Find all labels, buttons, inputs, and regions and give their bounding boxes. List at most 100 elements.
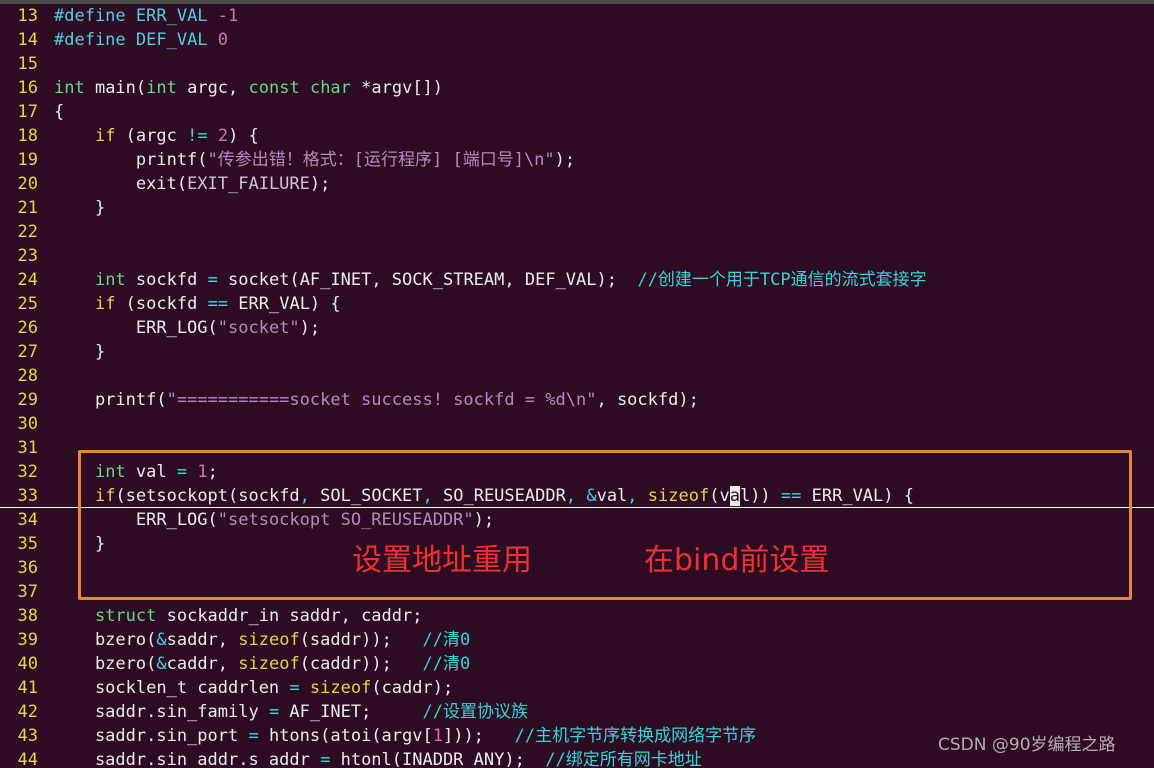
code-token: != bbox=[187, 126, 208, 146]
code-line[interactable]: 29 printf("===========socket success! so… bbox=[0, 388, 1154, 412]
code-line[interactable]: 27 } bbox=[0, 340, 1154, 364]
code-token: char bbox=[309, 78, 351, 98]
code-view[interactable]: 13 #define ERR_VAL -1 14 #define DEF_VAL … bbox=[0, 4, 1154, 768]
line-number: 40 bbox=[17, 654, 38, 674]
code-line[interactable]: 16 int main(int argc, const char *argv[]… bbox=[0, 76, 1154, 100]
code-line[interactable]: 32 int val = 1; bbox=[0, 460, 1154, 484]
code-line[interactable]: 20 exit(EXIT_FAILURE); bbox=[0, 172, 1154, 196]
code-token: 0 bbox=[217, 30, 229, 50]
line-number: 14 bbox=[17, 30, 38, 50]
code-token: ) { bbox=[228, 126, 259, 146]
code-line[interactable]: 26 ERR_LOG("socket"); bbox=[0, 316, 1154, 340]
line-number: 32 bbox=[17, 462, 38, 482]
code-line[interactable]: 24 int sockfd = socket(AF_INET, SOCK_STR… bbox=[0, 268, 1154, 292]
code-line[interactable]: 42 saddr.sin_family = AF_INET; //设置协议族 bbox=[0, 700, 1154, 724]
code-line[interactable]: 33 if(setsockopt(sockfd, SOL_SOCKET, SO_… bbox=[0, 484, 1154, 508]
code-line[interactable]: 17 { bbox=[0, 100, 1154, 124]
code-line[interactable]: 15 bbox=[0, 52, 1154, 76]
gutter-gap bbox=[38, 628, 54, 652]
code-line[interactable]: 28 bbox=[0, 364, 1154, 388]
code-token: *argv[]) bbox=[350, 78, 444, 98]
code-token: ])); bbox=[442, 726, 484, 746]
line-number: 25 bbox=[17, 294, 38, 314]
code-token: saddr.sin_port bbox=[54, 726, 249, 746]
code-line[interactable]: 39 bzero(&saddr, sizeof(saddr)); //清0 bbox=[0, 628, 1154, 652]
code-token: sizeof bbox=[309, 678, 372, 698]
code-token: exit( bbox=[54, 174, 188, 194]
code-line[interactable]: 34 ERR_LOG("setsockopt SO_REUSEADDR"); bbox=[0, 508, 1154, 532]
gutter-gap bbox=[38, 604, 54, 628]
code-token: #define bbox=[54, 30, 136, 50]
line-number: 42 bbox=[17, 702, 38, 722]
gutter-gap bbox=[38, 532, 54, 556]
code-line[interactable]: 18 if (argc != 2) { bbox=[0, 124, 1154, 148]
code-token: SOL_SOCKET bbox=[309, 486, 423, 506]
gutter-gap bbox=[38, 124, 54, 148]
gutter-gap bbox=[38, 724, 54, 748]
line-number: 26 bbox=[17, 318, 38, 338]
code-token: if bbox=[94, 486, 116, 506]
code-line[interactable]: 21 } bbox=[0, 196, 1154, 220]
code-token: ); bbox=[473, 510, 495, 530]
code-token: sockfd bbox=[125, 270, 208, 290]
line-number: 20 bbox=[17, 174, 38, 194]
code-line[interactable]: 14 #define DEF_VAL 0 bbox=[0, 28, 1154, 52]
code-line[interactable]: 31 bbox=[0, 436, 1154, 460]
code-line[interactable]: 35 } bbox=[0, 532, 1154, 556]
code-token: l)) bbox=[739, 486, 781, 506]
gutter-gap bbox=[38, 436, 54, 460]
line-number: 28 bbox=[17, 366, 38, 386]
code-line[interactable]: 30 bbox=[0, 412, 1154, 436]
code-token: //创建一个用于TCP通信的流式套接字 bbox=[616, 270, 927, 290]
code-token: & bbox=[156, 654, 167, 674]
code-token: (caddr); bbox=[371, 678, 454, 698]
code-token: socklen_t caddrlen bbox=[54, 678, 290, 698]
code-token: } bbox=[54, 534, 106, 554]
code-line[interactable]: 38 struct sockaddr_in saddr, caddr; bbox=[0, 604, 1154, 628]
code-token: sockaddr_in saddr, caddr; bbox=[156, 606, 423, 626]
gutter-gap bbox=[38, 76, 54, 100]
code-token: sizeof bbox=[238, 630, 300, 650]
code-token: & bbox=[156, 630, 167, 650]
csdn-watermark: CSDN @90岁编程之路 bbox=[938, 735, 1116, 755]
code-token: , sockfd); bbox=[596, 390, 699, 410]
code-line[interactable]: 37 bbox=[0, 580, 1154, 604]
code-token: //设置协议族 bbox=[371, 702, 528, 722]
code-line[interactable]: 22 bbox=[0, 220, 1154, 244]
code-line[interactable]: 36 bbox=[0, 556, 1154, 580]
line-number: 19 bbox=[17, 150, 38, 170]
gutter-gap bbox=[38, 172, 54, 196]
code-token: ERR_VAL) { bbox=[228, 294, 341, 314]
text-cursor: a bbox=[729, 486, 740, 506]
code-token: //绑定所有网卡地址 bbox=[524, 750, 702, 768]
line-number: 36 bbox=[17, 558, 38, 578]
code-token: #define bbox=[54, 6, 136, 26]
code-line[interactable]: 25 if (sockfd == ERR_VAL) { bbox=[0, 292, 1154, 316]
code-line[interactable]: 19 printf("传参出错！格式：[运行程序] [端口号]\n"); bbox=[0, 148, 1154, 172]
code-token: ; bbox=[207, 462, 218, 482]
code-line[interactable]: 40 bzero(&caddr, sizeof(caddr)); //清0 bbox=[0, 652, 1154, 676]
line-number: 30 bbox=[17, 414, 38, 434]
code-token: int bbox=[94, 462, 126, 482]
gutter-gap bbox=[38, 460, 54, 484]
code-token: val bbox=[596, 486, 628, 506]
code-token: (v bbox=[709, 486, 730, 506]
code-token: const bbox=[248, 78, 300, 98]
code-token: int bbox=[146, 78, 177, 98]
code-token: ); bbox=[554, 150, 576, 170]
gutter-gap bbox=[38, 244, 54, 268]
code-line[interactable]: 13 #define ERR_VAL -1 bbox=[0, 4, 1154, 28]
annotation-text-2: 在bind前设置 bbox=[644, 543, 830, 578]
line-number: 29 bbox=[17, 390, 38, 410]
code-token: & bbox=[586, 486, 597, 506]
line-number: 44 bbox=[17, 750, 38, 768]
code-line[interactable]: 23 bbox=[0, 244, 1154, 268]
gutter-gap bbox=[38, 700, 54, 724]
code-token: "===========socket success! sockfd = %d\… bbox=[166, 390, 597, 410]
code-line[interactable]: 41 socklen_t caddrlen = sizeof(caddr); bbox=[0, 676, 1154, 700]
code-token: //主机字节序转换成网络字节序 bbox=[483, 726, 757, 746]
line-number: 18 bbox=[17, 126, 38, 146]
